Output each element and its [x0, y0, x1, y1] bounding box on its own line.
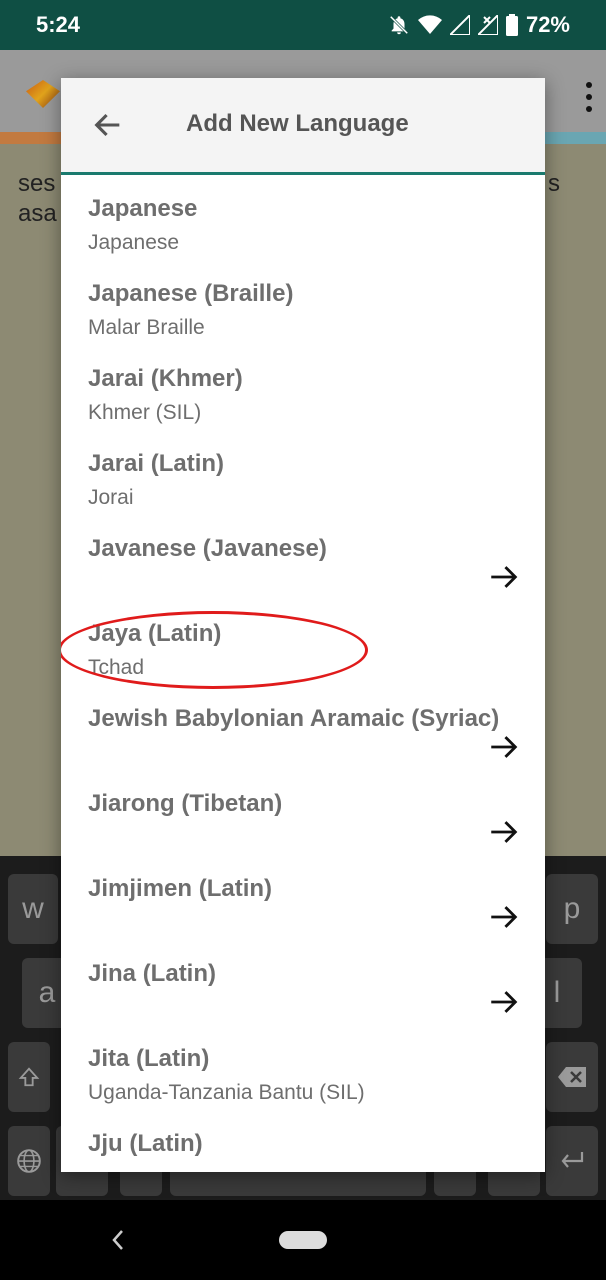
signal-no-data-icon: [477, 15, 498, 35]
language-name: Javanese (Javanese): [88, 535, 327, 562]
language-name: Jarai (Latin): [88, 450, 225, 477]
background-text-line2: asa: [18, 200, 57, 227]
language-item[interactable]: Jimjimen (Latin): [61, 855, 545, 940]
language-item-javanese[interactable]: Javanese (Javanese): [61, 515, 545, 600]
key-w[interactable]: w: [8, 874, 58, 944]
language-item[interactable]: Jarai (Khmer) Khmer (SIL): [61, 345, 545, 430]
navigation-bar: [0, 1200, 606, 1280]
language-name: Jarai (Khmer): [88, 365, 243, 392]
language-name: Jju (Latin): [88, 1130, 203, 1157]
language-item[interactable]: Jina (Latin): [61, 940, 545, 1025]
background-text-right: s: [548, 170, 560, 197]
language-variant: Khmer (SIL): [88, 401, 202, 424]
language-item[interactable]: Jiarong (Tibetan): [61, 770, 545, 855]
nav-back-icon[interactable]: [110, 1228, 126, 1252]
backspace-key-icon[interactable]: [546, 1042, 598, 1112]
language-variant: Uganda-Tanzania Bantu (SIL): [88, 1081, 365, 1104]
arrow-right-icon[interactable]: [487, 985, 521, 1019]
key-p[interactable]: p: [546, 874, 598, 944]
language-name: Jewish Babylonian Aramaic (Syriac): [88, 705, 500, 732]
battery-icon: [505, 14, 518, 36]
back-arrow-icon[interactable]: [91, 108, 125, 142]
arrow-right-icon[interactable]: [487, 815, 521, 849]
language-variant: Malar Braille: [88, 316, 205, 339]
language-name: Jita (Latin): [88, 1045, 210, 1072]
language-item[interactable]: Japanese Japanese: [61, 175, 545, 260]
notifications-off-icon: [389, 15, 409, 35]
add-language-dialog: Add New Language Japanese Japanese Japan…: [61, 78, 545, 1172]
signal-icon: [449, 15, 470, 35]
arrow-right-icon[interactable]: [487, 730, 521, 764]
language-name: Jiarong (Tibetan): [88, 790, 283, 817]
highlight-ellipse: [61, 611, 368, 689]
language-name: Japanese: [88, 195, 198, 222]
language-name: Japanese (Braille): [88, 280, 294, 307]
language-item[interactable]: Jita (Latin) Uganda-Tanzania Bantu (SIL): [61, 1025, 545, 1110]
battery-percent: 72%: [525, 12, 570, 37]
wifi-icon: [417, 15, 442, 34]
language-name: Jimjimen (Latin): [88, 875, 273, 902]
arrow-right-icon[interactable]: [487, 560, 521, 594]
globe-key-icon[interactable]: [8, 1126, 50, 1196]
more-options-icon[interactable]: [586, 82, 592, 118]
dialog-header: Add New Language: [61, 78, 545, 175]
language-item[interactable]: Japanese (Braille) Malar Braille: [61, 260, 545, 345]
language-variant: Japanese: [88, 231, 180, 254]
arrow-right-icon[interactable]: [487, 900, 521, 934]
shift-key-icon[interactable]: [8, 1042, 50, 1112]
language-name: Jina (Latin): [88, 960, 217, 987]
language-item[interactable]: Jewish Babylonian Aramaic (Syriac): [61, 685, 545, 770]
language-item[interactable]: Jju (Latin): [61, 1110, 545, 1172]
status-time: 5:24: [36, 12, 81, 37]
language-item[interactable]: Jarai (Latin) Jorai: [61, 430, 545, 515]
enter-key-icon[interactable]: [546, 1126, 598, 1196]
nav-home-icon[interactable]: [279, 1231, 327, 1249]
status-icons: 72%: [388, 12, 570, 38]
dialog-title: Add New Language: [186, 110, 409, 137]
app-logo-icon: [26, 80, 60, 108]
background-text-line1: ses: [18, 170, 56, 197]
status-bar: 5:24 72%: [0, 0, 606, 50]
language-variant: Jorai: [88, 486, 134, 509]
